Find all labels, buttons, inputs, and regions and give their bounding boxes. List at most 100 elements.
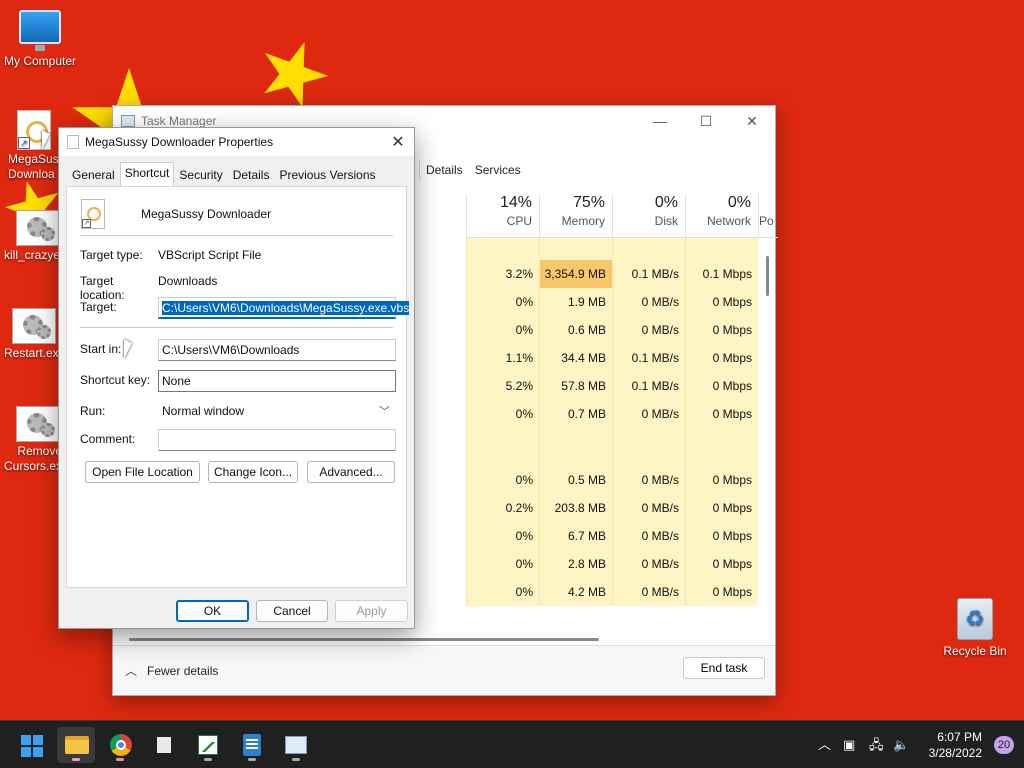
cpu-cell: 1.1% [466,344,539,372]
divider [80,235,393,236]
taskbar-file[interactable] [145,727,183,763]
network-cell: 0 Mbps [685,400,758,428]
table-row[interactable]: 0.2% 203.8 MB 0 MB/s 0 Mbps [466,494,760,522]
disk-cell: 0 MB/s [612,494,685,522]
taskbar-task-manager[interactable] [277,727,315,763]
taskbar-chrome[interactable] [101,727,139,763]
network-cell: 0 Mbps [685,466,758,494]
horizontal-scrollbar[interactable] [129,638,599,641]
table-row[interactable]: 0% 1.9 MB 0 MB/s 0 Mbps [466,288,760,316]
network-cell: 0 Mbps [685,288,758,316]
fewer-details-link[interactable]: ︿ Fewer details [125,662,218,679]
column-header-memory[interactable]: 75% Memory [539,194,612,237]
network-icon[interactable]: 🖧 [869,721,884,768]
tab-details[interactable]: Details [228,164,275,188]
tablet-icon[interactable]: ▣ [843,721,855,768]
comment-label: Comment: [80,432,136,446]
taskbar: ︿ ▣ 🖧 🔈 6:07 PM 3/28/2022 20 [0,720,1024,768]
memory-cell: 4.2 MB [539,578,612,606]
table-row[interactable]: 3.2% 3,354.9 MB 0.1 MB/s 0.1 Mbps [466,260,760,288]
column-header-disk[interactable]: 0% Disk [612,194,685,237]
desktop-icon-recycle-bin[interactable]: ♻ Recycle Bin [935,598,1015,659]
table-row[interactable]: 1.1% 34.4 MB 0.1 MB/s 0 Mbps [466,344,760,372]
vertical-scrollbar[interactable] [766,256,769,296]
shortcut-arrow-icon: ↗ [18,137,30,149]
chevron-up-icon[interactable]: ︿ [818,721,831,768]
task-manager-icon [285,736,307,754]
dialog-tabs: General Shortcut Security Details Previo… [67,162,381,188]
column-header-power[interactable]: .Po [758,194,778,237]
desktop-icon-label: Recycle Bin [943,644,1007,658]
comment-field[interactable] [158,429,396,451]
cpu-cell: 0% [466,522,539,550]
maximize-icon[interactable]: ☐ [683,113,729,130]
taskbar-file-explorer[interactable] [57,727,95,763]
table-row[interactable]: 0% 0.7 MB 0 MB/s 0 Mbps [466,400,760,428]
cpu-cell: 3.2% [466,260,539,288]
target-type-value: VBScript Script File [158,248,262,262]
cpu-cell: 0% [466,288,539,316]
change-icon-button[interactable]: Change Icon... [208,461,298,483]
column-header-network[interactable]: 0% Network [685,194,758,237]
table-row[interactable]: 5.2% 57.8 MB 0.1 MB/s 0 Mbps [466,372,760,400]
desktop-icon-my-computer[interactable]: My Computer [0,10,80,69]
process-table: 3.2% 3,354.9 MB 0.1 MB/s 0.1 Mbps 0% 1.9 MB 0 … [466,238,760,606]
tab-shortcut[interactable]: Shortcut [119,162,175,186]
minimize-icon[interactable]: — [637,113,683,130]
taskbar-notepad[interactable] [233,727,271,763]
table-row[interactable] [466,238,760,260]
dialog-title: MegaSussy Downloader Properties [85,135,274,149]
start-in-field[interactable]: C:\Users\VM6\Downloads [158,339,396,361]
table-row[interactable]: 0% 0.6 MB 0 MB/s 0 Mbps [466,316,760,344]
network-cell: 0 Mbps [685,372,758,400]
chrome-icon [110,734,132,756]
network-cell: 0.1 Mbps [685,260,758,288]
disk-cell: 0.1 MB/s [612,372,685,400]
monitor-icon [19,10,61,51]
run-select[interactable]: Normal window ﹀ [158,401,396,423]
disk-cell: 0 MB/s [612,288,685,316]
apply-button[interactable]: Apply [335,600,408,622]
table-row[interactable]: 0% 4.2 MB 0 MB/s 0 Mbps [466,578,760,606]
advanced-button[interactable]: Advanced... [307,461,395,483]
memory-cell: 1.9 MB [539,288,612,316]
open-file-location-button[interactable]: Open File Location [85,461,200,483]
script-gear-icon [16,210,60,246]
start-button[interactable] [12,727,50,763]
ok-button[interactable]: OK [176,600,249,622]
end-task-button[interactable]: End task [683,657,765,679]
close-icon[interactable]: ✕ [729,113,775,130]
tab-services[interactable]: Services [469,160,527,180]
notification-badge[interactable]: 20 [994,736,1014,754]
taskbar-chart-app[interactable] [189,727,227,763]
target-field[interactable]: C:\Users\VM6\Downloads\MegaSussy.exe.vbs [158,297,410,319]
mouse-cursor [42,130,50,150]
memory-cell [539,428,612,466]
shortcut-key-label: Shortcut key: [80,373,151,387]
tab-security[interactable]: Security [174,164,227,188]
disk-cell: 0 MB/s [612,400,685,428]
clock[interactable]: 6:07 PM 3/28/2022 [929,729,982,761]
memory-cell: 0.7 MB [539,400,612,428]
mouse-cursor [124,339,132,359]
target-type-label: Target type: [80,248,143,262]
close-icon[interactable]: ✕ [382,132,414,152]
tab-details[interactable]: Details [419,160,469,180]
table-row[interactable] [466,428,760,466]
tab-general[interactable]: General [67,164,120,188]
cancel-button[interactable]: Cancel [256,600,328,622]
chevron-down-icon: ﹀ [379,406,390,418]
table-row[interactable]: 0% 2.8 MB 0 MB/s 0 Mbps [466,550,760,578]
run-label: Run: [80,404,106,418]
run-select-value: Normal window [162,404,245,418]
shortcut-key-field[interactable]: None [158,370,396,392]
target-location-label: Target location: [80,274,125,302]
dialog-titlebar[interactable]: MegaSussy Downloader Properties ✕ [59,128,414,156]
volume-icon[interactable]: 🔈 [893,721,909,768]
table-row[interactable]: 0% 0.5 MB 0 MB/s 0 Mbps [466,466,760,494]
table-row[interactable]: 0% 6.7 MB 0 MB/s 0 Mbps [466,522,760,550]
tab-previous-versions[interactable]: Previous Versions [274,164,380,188]
script-gear-icon [16,406,60,442]
column-header-cpu[interactable]: 14% CPU [466,194,539,237]
cpu-cell: 0.2% [466,494,539,522]
